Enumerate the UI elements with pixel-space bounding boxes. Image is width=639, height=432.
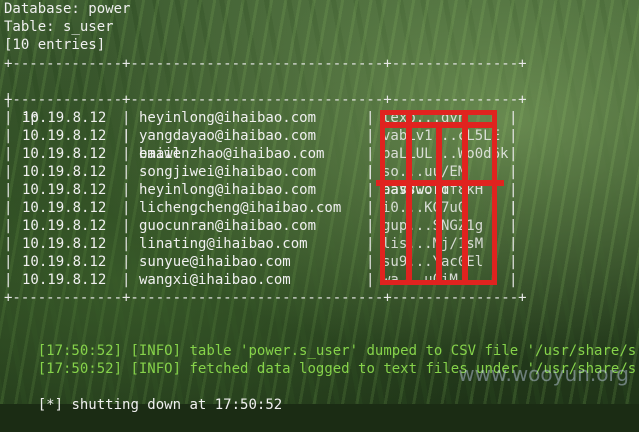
shutdown-line: [*] shutting down at 17:50:52 [4, 378, 282, 413]
log-time: [17:50:52] [37, 361, 123, 377]
cell-ip: 10.19.8.12 [22, 146, 107, 162]
redaction-stroke [376, 180, 504, 186]
cell-ip: 10.19.8.12 [22, 200, 107, 216]
database-line: Database: power [4, 1, 131, 17]
table-border-bottom: +-------------+-------------------------… [4, 290, 527, 306]
log-line: [17:50:52] [INFO] table 'power.s_user' d… [4, 324, 636, 359]
cell-email: lichengcheng@ihaibao.com [139, 200, 342, 216]
cell-ip: 10.19.8.12 [22, 164, 107, 180]
table-header-row: | ip | email | password | [4, 92, 518, 216]
cell-ip: 10.19.8.12 [22, 128, 107, 144]
redaction-stroke [436, 122, 442, 285]
cell-email: sunyue@ihaibao.com [139, 254, 291, 270]
cell-email: guocunran@ihaibao.com [139, 218, 317, 234]
table-border-top: +-------------+-------------------------… [4, 56, 527, 72]
log-level: [INFO] [130, 361, 182, 377]
status-marker: [*] [37, 397, 64, 413]
table-border-header: +-------------+-------------------------… [4, 92, 527, 108]
cell-ip: 10.19.8.12 [22, 254, 107, 270]
entries-line: [10 entries] [4, 37, 106, 53]
cell-email: heyinlong@ihaibao.com [139, 110, 317, 126]
cell-email: baiwenzhao@ihaibao.com [139, 146, 325, 162]
cell-ip: 10.19.8.12 [22, 218, 107, 234]
cell-email: wangxi@ihaibao.com [139, 272, 291, 288]
cell-ip: 10.19.8.12 [22, 110, 107, 126]
cell-ip: 10.19.8.12 [22, 272, 107, 288]
cell-email: songjiwei@ihaibao.com [139, 164, 317, 180]
redaction-stroke [462, 110, 468, 285]
redaction-stroke [406, 110, 412, 285]
table-line: Table: s_user [4, 19, 114, 35]
log-line: [17:50:52] [INFO] fetched data logged to… [4, 342, 636, 377]
shutdown-text: shutting down at 17:50:52 [71, 397, 283, 413]
cell-ip: 10.19.8.12 [22, 236, 107, 252]
cell-email: linating@ihaibao.com [139, 236, 308, 252]
wooyun-watermark: www.wooyun.org [458, 362, 629, 386]
cell-email: heyinlong@ihaibao.com [139, 182, 317, 198]
cell-email: yangdayao@ihaibao.com [139, 128, 317, 144]
redaction-stroke [380, 122, 497, 128]
cell-ip: 10.19.8.12 [22, 182, 107, 198]
